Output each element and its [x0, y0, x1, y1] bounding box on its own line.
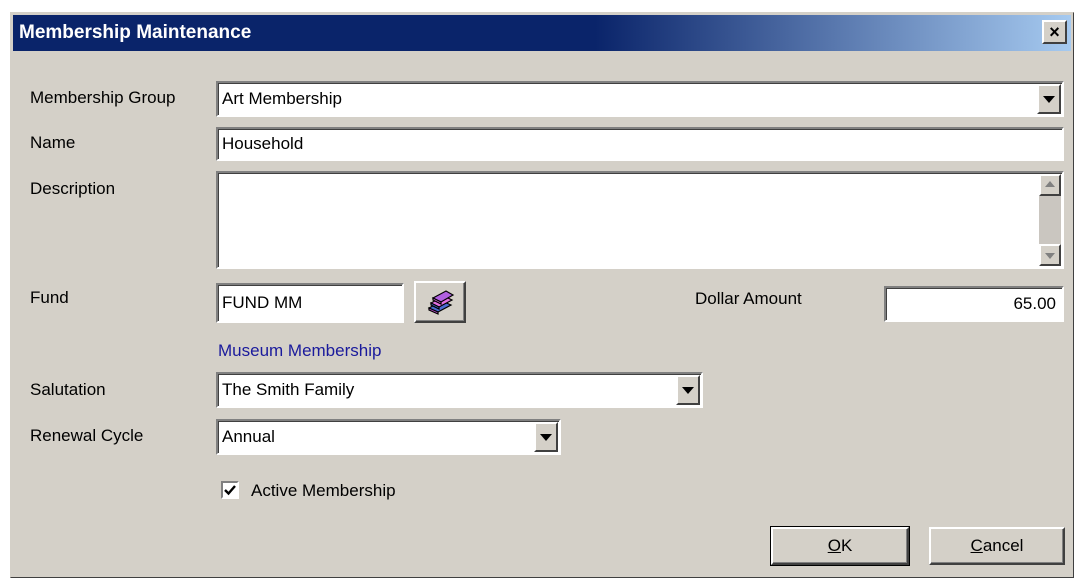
name-input[interactable]: Household	[216, 127, 1064, 161]
chevron-down-icon	[1043, 96, 1055, 103]
fund-lookup-button[interactable]	[414, 281, 466, 323]
title-bar[interactable]: Membership Maintenance ×	[13, 15, 1071, 51]
active-membership-label[interactable]: Active Membership	[251, 481, 396, 501]
name-value: Household	[222, 134, 304, 153]
scroll-down-icon	[1045, 253, 1055, 259]
membership-group-dropdown-button[interactable]	[1037, 84, 1061, 114]
membership-group-label: Membership Group	[30, 88, 176, 107]
cancel-button[interactable]: Cancel	[929, 527, 1065, 565]
close-button[interactable]: ×	[1042, 20, 1067, 44]
checkmark-icon	[224, 485, 236, 496]
salutation-value: The Smith Family	[222, 380, 355, 399]
salutation-label: Salutation	[30, 380, 106, 399]
dollar-amount-input[interactable]: 65.00	[884, 286, 1064, 322]
description-textarea[interactable]	[216, 171, 1064, 269]
renewal-cycle-dropdown-button[interactable]	[534, 422, 558, 452]
scroll-up-icon	[1045, 181, 1055, 187]
fund-label: Fund	[30, 288, 69, 307]
scroll-up-button[interactable]	[1039, 174, 1061, 196]
fund-name-text: Museum Membership	[218, 341, 382, 360]
fund-input[interactable]: FUND MM	[216, 283, 404, 323]
active-membership-checkbox[interactable]	[221, 481, 239, 499]
renewal-cycle-label: Renewal Cycle	[30, 426, 144, 445]
chevron-down-icon	[540, 434, 552, 441]
ok-button[interactable]: OK	[770, 526, 910, 566]
membership-group-value: Art Membership	[222, 89, 342, 108]
salutation-dropdown-button[interactable]	[676, 375, 700, 405]
fund-value: FUND MM	[222, 293, 303, 312]
window-title: Membership Maintenance	[19, 22, 252, 43]
description-label: Description	[30, 179, 116, 198]
dollar-amount-value: 65.00	[1013, 294, 1056, 313]
membership-maintenance-dialog: Membership Maintenance × Membership Grou…	[10, 12, 1074, 578]
scroll-down-button[interactable]	[1039, 244, 1061, 266]
close-icon: ×	[1049, 22, 1060, 42]
chevron-down-icon	[682, 387, 694, 394]
name-label: Name	[30, 133, 76, 152]
renewal-cycle-value: Annual	[222, 427, 275, 446]
books-lookup-icon	[427, 290, 455, 315]
renewal-cycle-select[interactable]: Annual	[216, 419, 561, 455]
dollar-amount-label: Dollar Amount	[695, 289, 802, 308]
membership-group-select[interactable]: Art Membership	[216, 81, 1064, 117]
cancel-button-label: Cancel	[970, 536, 1024, 555]
ok-button-label: OK	[827, 536, 853, 555]
salutation-select[interactable]: The Smith Family	[216, 372, 703, 408]
